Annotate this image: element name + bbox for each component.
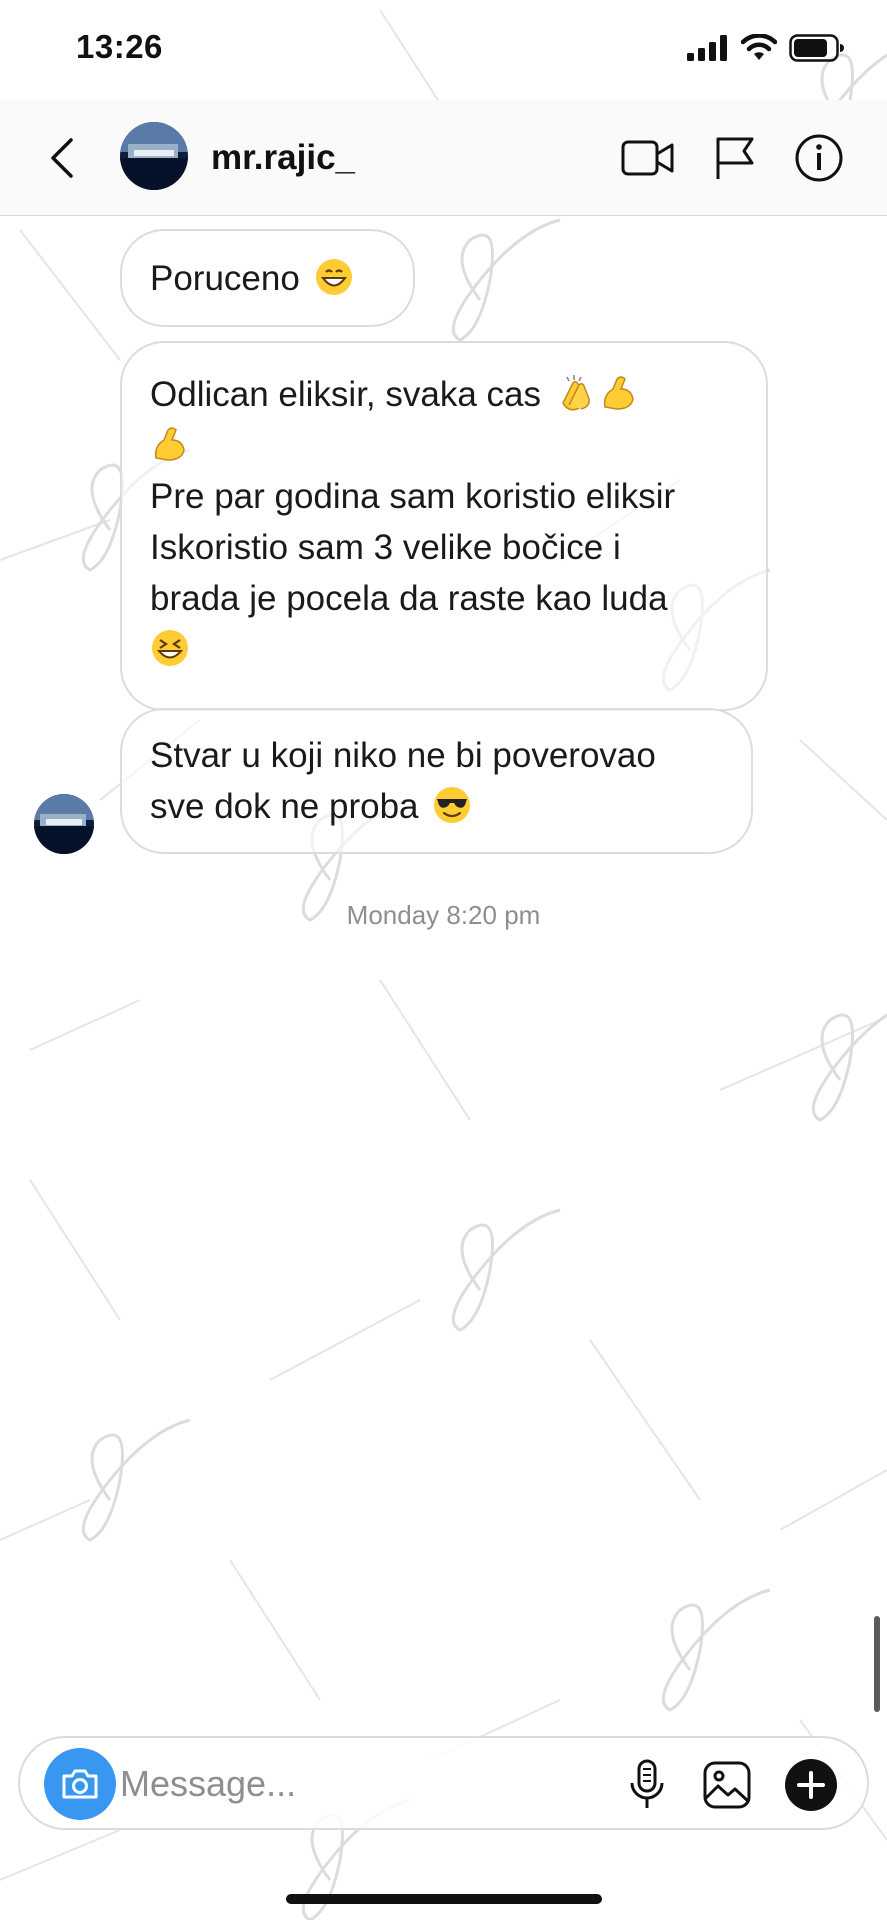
avatar-image (120, 122, 188, 190)
flexed-biceps-emoji-icon (603, 376, 634, 410)
plus-icon (785, 1759, 837, 1811)
report-flag-button[interactable] (707, 130, 763, 186)
video-call-icon (621, 140, 674, 176)
info-button[interactable] (791, 130, 847, 186)
grinning-face-emoji-icon (315, 259, 352, 295)
status-bar: 13:26 (0, 0, 887, 100)
status-icons (687, 34, 845, 62)
sender-avatar[interactable] (34, 794, 94, 854)
sunglasses-face-emoji-icon (434, 787, 471, 823)
camera-icon (62, 1769, 98, 1799)
flexed-biceps-emoji-icon (154, 427, 185, 461)
wifi-icon (741, 34, 777, 60)
back-chevron-icon (51, 138, 73, 178)
gallery-icon (703, 1761, 751, 1809)
message-text: Odlican eliksir, svaka cas Pre par godin… (150, 369, 738, 675)
gallery-button[interactable] (698, 1756, 756, 1814)
laughing-face-emoji-icon (152, 630, 188, 666)
message-timestamp: Monday 8:20 pm (346, 900, 541, 930)
message-text: Poruceno (150, 253, 385, 304)
voice-message-button[interactable] (618, 1756, 676, 1814)
info-icon (795, 134, 843, 182)
message-composer (18, 1736, 869, 1830)
flag-icon (716, 137, 754, 179)
header-avatar[interactable] (120, 122, 188, 190)
message-input[interactable] (120, 1760, 500, 1808)
microphone-icon (630, 1759, 664, 1808)
video-call-button[interactable] (620, 130, 676, 186)
header-username[interactable]: mr.rajic_ (211, 138, 355, 178)
battery-icon (789, 34, 844, 62)
status-time: 13:26 (76, 28, 163, 65)
back-button[interactable] (42, 132, 82, 184)
avatar-image (34, 794, 94, 854)
home-indicator[interactable] (286, 1894, 602, 1904)
scrollbar[interactable] (874, 1616, 880, 1712)
message-bubble[interactable]: Stvar u koji niko ne bi poverovao sve do… (120, 708, 753, 854)
clapping-hands-emoji-icon (561, 375, 590, 411)
message-text: Stvar u koji niko ne bi poverovao sve do… (150, 736, 656, 826)
chat-header: mr.rajic_ (0, 100, 887, 216)
signal-icon (687, 35, 727, 61)
camera-button[interactable] (44, 1748, 116, 1820)
message-bubble[interactable]: Poruceno (120, 229, 415, 327)
more-options-button[interactable] (782, 1756, 840, 1814)
message-bubble[interactable]: Odlican eliksir, svaka cas Pre par godin… (120, 341, 768, 711)
